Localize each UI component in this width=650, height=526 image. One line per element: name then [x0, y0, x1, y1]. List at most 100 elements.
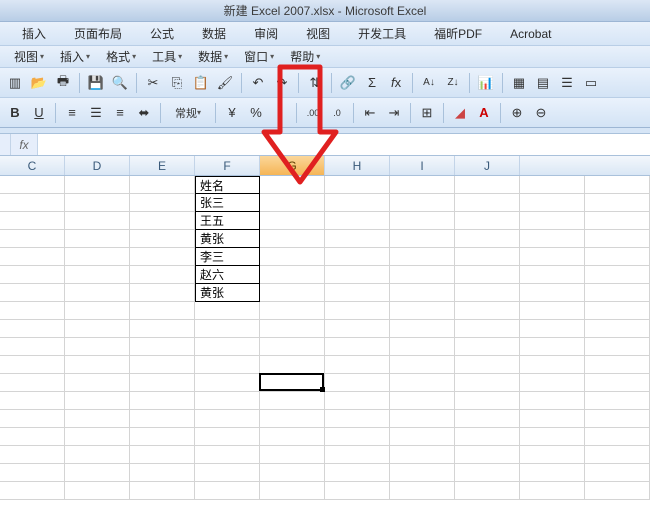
cell[interactable]	[520, 374, 585, 392]
bold-icon[interactable]: B	[4, 102, 26, 124]
cell[interactable]	[455, 464, 520, 482]
cell[interactable]	[585, 392, 650, 410]
cell[interactable]	[195, 338, 260, 356]
preview-icon[interactable]: 🔍	[109, 72, 131, 94]
cell[interactable]	[520, 320, 585, 338]
cell[interactable]	[455, 284, 520, 302]
menu-data[interactable]: 数据	[188, 25, 240, 42]
cell[interactable]	[325, 410, 390, 428]
cell[interactable]	[390, 392, 455, 410]
cell[interactable]	[130, 230, 195, 248]
align-left-icon[interactable]: ≡	[61, 102, 83, 124]
menu-formula[interactable]: 公式	[136, 25, 188, 42]
cell[interactable]	[585, 248, 650, 266]
cell[interactable]	[65, 410, 130, 428]
redo-icon[interactable]: ↷	[271, 72, 293, 94]
cell[interactable]	[195, 356, 260, 374]
cell[interactable]	[65, 428, 130, 446]
cell[interactable]	[325, 248, 390, 266]
currency-icon[interactable]: ¥	[221, 102, 243, 124]
fill-color-icon[interactable]: ◢	[449, 102, 471, 124]
cell[interactable]	[585, 320, 650, 338]
col-header-D[interactable]: D	[65, 156, 130, 175]
cell[interactable]	[65, 392, 130, 410]
cell[interactable]	[585, 374, 650, 392]
cell[interactable]	[130, 374, 195, 392]
menu-acrobat[interactable]: Acrobat	[496, 27, 565, 41]
cell[interactable]	[0, 284, 65, 302]
align-center-icon[interactable]: ☰	[85, 102, 107, 124]
cell[interactable]	[325, 446, 390, 464]
cell[interactable]	[0, 248, 65, 266]
cell[interactable]	[195, 392, 260, 410]
cell[interactable]: 姓名	[195, 176, 260, 194]
cell[interactable]	[130, 392, 195, 410]
cell[interactable]	[0, 464, 65, 482]
cell[interactable]	[390, 338, 455, 356]
cell[interactable]	[520, 230, 585, 248]
cell[interactable]	[325, 176, 390, 194]
cell[interactable]: 李三	[195, 248, 260, 266]
cell[interactable]	[195, 446, 260, 464]
cell[interactable]	[585, 194, 650, 212]
cell[interactable]	[520, 302, 585, 320]
cell[interactable]	[260, 194, 325, 212]
cell[interactable]	[390, 320, 455, 338]
cell[interactable]	[390, 356, 455, 374]
cell[interactable]	[260, 176, 325, 194]
sort-icon[interactable]: ⇅	[304, 72, 326, 94]
cell[interactable]	[455, 446, 520, 464]
cell[interactable]	[130, 464, 195, 482]
menu-foxit-pdf[interactable]: 福昕PDF	[420, 25, 496, 42]
borders-icon[interactable]: ⊞	[416, 102, 438, 124]
cell[interactable]	[455, 248, 520, 266]
cell[interactable]	[585, 446, 650, 464]
cell[interactable]	[260, 428, 325, 446]
cell[interactable]	[65, 482, 130, 500]
cell[interactable]	[520, 284, 585, 302]
cell[interactable]	[0, 212, 65, 230]
cell[interactable]	[325, 320, 390, 338]
cell[interactable]	[195, 374, 260, 392]
cell[interactable]	[65, 446, 130, 464]
insert-cells-icon[interactable]: ⊕	[506, 102, 528, 124]
cell[interactable]	[65, 374, 130, 392]
comma-icon[interactable]: ,	[269, 102, 291, 124]
cell[interactable]	[0, 356, 65, 374]
cell[interactable]	[585, 284, 650, 302]
cell[interactable]	[0, 428, 65, 446]
cell[interactable]	[0, 320, 65, 338]
cell[interactable]	[455, 428, 520, 446]
cell[interactable]: 赵六	[195, 266, 260, 284]
cell[interactable]	[325, 482, 390, 500]
cell[interactable]	[455, 320, 520, 338]
cell[interactable]	[455, 176, 520, 194]
cell[interactable]	[65, 464, 130, 482]
cell[interactable]	[390, 302, 455, 320]
menu2-view[interactable]: 视图▾	[6, 48, 52, 65]
cell[interactable]	[260, 410, 325, 428]
number-format-dropdown[interactable]: 常规 ▾	[166, 102, 210, 124]
cell[interactable]	[130, 284, 195, 302]
cell[interactable]	[260, 266, 325, 284]
pivot-icon[interactable]: ▤	[532, 72, 554, 94]
decrease-decimal-icon[interactable]: .0	[326, 102, 348, 124]
cell[interactable]	[65, 212, 130, 230]
cell[interactable]	[260, 230, 325, 248]
cell[interactable]	[130, 302, 195, 320]
cell[interactable]	[390, 248, 455, 266]
cell[interactable]	[130, 266, 195, 284]
cell[interactable]	[390, 212, 455, 230]
cell[interactable]	[0, 410, 65, 428]
menu2-tools[interactable]: 工具▾	[144, 48, 190, 65]
menu-review[interactable]: 审阅	[240, 25, 292, 42]
cell[interactable]	[585, 464, 650, 482]
underline-icon[interactable]: U	[28, 102, 50, 124]
cell[interactable]	[195, 320, 260, 338]
cell[interactable]: 黄张	[195, 284, 260, 302]
cell[interactable]	[455, 230, 520, 248]
cell[interactable]	[0, 446, 65, 464]
sort-desc-icon[interactable]: Z↓	[442, 72, 464, 94]
cell[interactable]	[65, 248, 130, 266]
increase-decimal-icon[interactable]: .00	[302, 102, 324, 124]
